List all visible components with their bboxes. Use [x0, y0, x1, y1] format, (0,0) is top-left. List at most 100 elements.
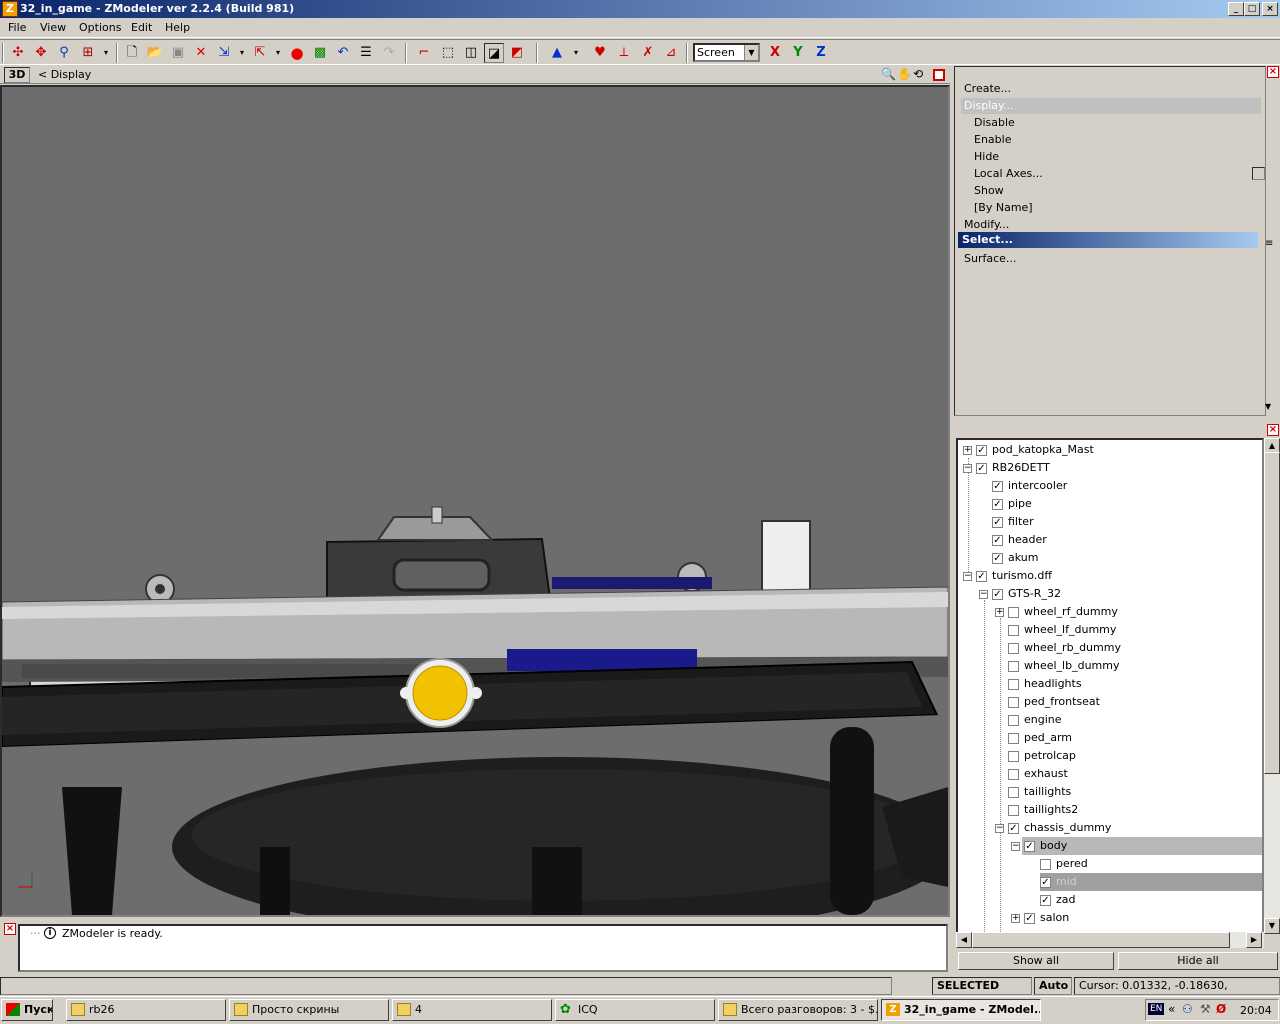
checkbox[interactable] [1008, 732, 1019, 744]
record-icon[interactable]: ● [287, 43, 307, 63]
taskbar-item-screens[interactable]: Просто скрины [229, 999, 389, 1021]
breadcrumb[interactable]: < Display [38, 68, 91, 81]
axis-z-button[interactable]: Z [811, 43, 831, 63]
scroll-thumb[interactable] [1264, 452, 1280, 774]
network-icon[interactable]: ⚇ [1182, 1002, 1193, 1016]
checkbox[interactable]: ✓ [992, 534, 1003, 546]
zmodeler-app-icon[interactable]: Z [2, 1, 18, 17]
tree-node-selected[interactable]: ✓ body [1024, 837, 1067, 855]
cube-wire-icon[interactable]: ◫ [461, 43, 481, 63]
menu-view[interactable]: View [40, 21, 66, 34]
checkbox[interactable] [1008, 624, 1019, 636]
coordinate-space-select[interactable]: Screen ▼ [693, 43, 760, 62]
menu-file[interactable]: File [8, 21, 26, 34]
tree-node[interactable]: taillights2 [1008, 801, 1078, 819]
checkbox[interactable] [1008, 804, 1019, 816]
tree-node[interactable]: petrolcap [1008, 747, 1076, 765]
language-indicator[interactable]: EN [1148, 1003, 1165, 1015]
menu-edit[interactable]: Edit [131, 21, 152, 34]
tree-horizontal-scrollbar[interactable]: ◀ ▶ [956, 932, 1264, 948]
taskbar-item-icq[interactable]: ✿ ICQ [555, 999, 715, 1021]
checkbox[interactable]: ✓ [976, 570, 987, 582]
tree-node[interactable]: exhaust [1008, 765, 1068, 783]
start-button[interactable]: Пуск [1, 999, 53, 1021]
checkbox[interactable] [1008, 642, 1019, 654]
expand-icon[interactable]: + [995, 608, 1004, 617]
tree-node[interactable]: wheel_rf_dummy [1008, 603, 1118, 621]
tree-node[interactable]: ✓ header [992, 531, 1047, 549]
antivirus-icon[interactable]: Ø [1216, 1002, 1226, 1016]
tree-node[interactable]: ped_frontseat [1008, 693, 1100, 711]
cmd-enable[interactable]: Enable [974, 133, 1011, 146]
tree-node[interactable]: ✓ salon [1024, 909, 1069, 927]
tree-node[interactable]: ✓ RB26DETT [976, 459, 1050, 477]
redo-icon[interactable]: ↷ [379, 43, 399, 63]
pan-hand-icon[interactable]: ✋ [897, 67, 912, 81]
3d-viewport[interactable] [0, 85, 950, 917]
new-file-icon[interactable]: 🗋 [122, 43, 142, 63]
tree-vertical-scrollbar[interactable]: ▲ ▼ [1264, 438, 1280, 934]
expand-icon[interactable]: + [963, 446, 972, 455]
zoom-icon[interactable]: 🔍 [881, 67, 896, 81]
cube-red-icon[interactable]: ◩ [507, 43, 527, 63]
move-tool-icon[interactable]: ✥ [31, 43, 51, 63]
checkbox[interactable]: ✓ [992, 498, 1003, 510]
tree-node[interactable]: engine [1008, 711, 1062, 729]
checkbox[interactable]: ✓ [1024, 840, 1035, 852]
local-axes-checkbox[interactable] [1252, 167, 1265, 180]
checkbox[interactable]: ✓ [1024, 912, 1035, 924]
checkbox[interactable]: ✓ [992, 480, 1003, 492]
open-file-icon[interactable]: 📂 [145, 43, 165, 63]
tree-node[interactable]: ✓ mid [1040, 873, 1077, 891]
checkbox[interactable] [1008, 678, 1019, 690]
undo-icon[interactable]: ↶ [333, 43, 353, 63]
list-grip-icon[interactable]: ≡ [1265, 238, 1273, 249]
tree-node[interactable]: ✓ akum [992, 549, 1038, 567]
tree-node[interactable]: headlights [1008, 675, 1082, 693]
checkbox[interactable]: ✓ [992, 516, 1003, 528]
hide-all-button[interactable]: Hide all [1118, 952, 1278, 970]
tree-node[interactable]: ✓ filter [992, 513, 1034, 531]
checkbox[interactable]: ✓ [976, 462, 987, 474]
tree-node[interactable]: wheel_lf_dummy [1008, 621, 1116, 639]
checkbox[interactable] [1008, 786, 1019, 798]
tree-node[interactable]: wheel_lb_dummy [1008, 657, 1120, 675]
scroll-right-icon[interactable]: ▶ [1246, 932, 1262, 948]
tree-node[interactable]: wheel_rb_dummy [1008, 639, 1121, 657]
dropdown-arrow-icon[interactable]: ▾ [566, 43, 586, 63]
scroll-down-icon[interactable]: ▼ [1264, 918, 1280, 934]
axis-mode-icon[interactable]: ⌐ [414, 43, 434, 63]
checkbox[interactable] [1008, 714, 1019, 726]
checkbox[interactable] [1008, 750, 1019, 762]
taskbar-item-rb26[interactable]: rb26 [66, 999, 226, 1021]
tree-node[interactable]: taillights [1008, 783, 1071, 801]
cmd-select[interactable]: Select... [958, 232, 1258, 248]
properties-icon[interactable]: ☰ [356, 43, 376, 63]
checkbox[interactable] [1008, 768, 1019, 780]
collapse-icon[interactable]: − [995, 824, 1004, 833]
tree-node[interactable]: ✓ pod_katopka_Mast [976, 441, 1094, 459]
collapse-icon[interactable]: − [1011, 842, 1020, 851]
lock-axis-icon[interactable]: ♥ [590, 43, 610, 63]
close-icon[interactable]: × [4, 923, 16, 935]
dropdown-arrow-icon[interactable]: ▾ [96, 43, 116, 63]
cmd-disable[interactable]: Disable [974, 116, 1015, 129]
cube-icon[interactable]: ⬚ [438, 43, 458, 63]
checkbox[interactable]: ✓ [976, 444, 987, 456]
cmd-show[interactable]: Show [974, 184, 1004, 197]
tool-icon[interactable]: ⚒ [1200, 1002, 1211, 1016]
cmd-display[interactable]: Display... [961, 98, 1261, 114]
checkbox[interactable] [1008, 660, 1019, 672]
tree-node[interactable]: ✓ chassis_dummy [1008, 819, 1111, 837]
tray-expand-icon[interactable]: « [1168, 1002, 1175, 1016]
cmd-local-axes[interactable]: Local Axes... [974, 167, 1043, 180]
tree-node[interactable]: ✓ zad [1040, 891, 1076, 909]
cmd-modify[interactable]: Modify... [964, 218, 1009, 231]
checkbox[interactable]: ✓ [1040, 894, 1051, 906]
collapse-icon[interactable]: − [979, 590, 988, 599]
material-icon[interactable]: ▩ [310, 43, 330, 63]
axis-xz-icon[interactable]: ✗ [638, 43, 658, 63]
cmd-surface[interactable]: Surface... [964, 252, 1016, 265]
checkbox[interactable]: ✓ [1008, 822, 1019, 834]
dropdown-arrow-icon[interactable]: ▾ [232, 43, 252, 63]
